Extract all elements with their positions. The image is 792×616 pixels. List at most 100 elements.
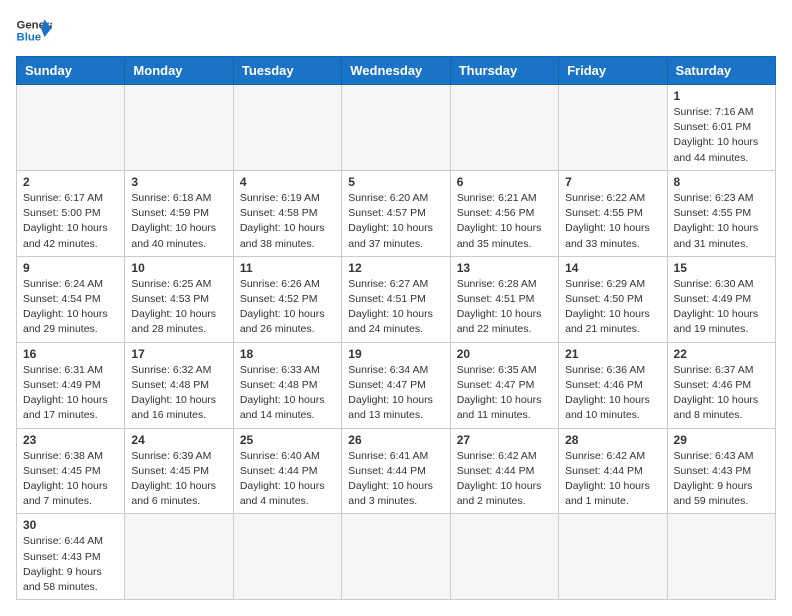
day-info: Sunrise: 6:32 AM Sunset: 4:48 PM Dayligh… <box>131 363 226 424</box>
day-info: Sunrise: 6:31 AM Sunset: 4:49 PM Dayligh… <box>23 363 118 424</box>
calendar-cell: 20 Sunrise: 6:35 AM Sunset: 4:47 PM Dayli… <box>450 342 558 428</box>
day-number: 19 <box>348 347 443 361</box>
calendar-cell: 6 Sunrise: 6:21 AM Sunset: 4:56 PM Daylig… <box>450 170 558 256</box>
day-number: 2 <box>23 175 118 189</box>
day-info: Sunrise: 6:42 AM Sunset: 4:44 PM Dayligh… <box>565 449 660 510</box>
calendar-week-1: 1Sunrise: 7:16 AM Sunset: 6:01 PM Daylig… <box>17 85 776 171</box>
day-info: Sunrise: 6:37 AM Sunset: 4:46 PM Dayligh… <box>674 363 769 424</box>
calendar-cell: 25 Sunrise: 6:40 AM Sunset: 4:44 PM Dayli… <box>233 428 341 514</box>
day-number: 28 <box>565 433 660 447</box>
calendar-cell: 8 Sunrise: 6:23 AM Sunset: 4:55 PM Daylig… <box>667 170 775 256</box>
day-number: 23 <box>23 433 118 447</box>
calendar-cell <box>233 514 341 600</box>
calendar-cell: 16 Sunrise: 6:31 AM Sunset: 4:49 PM Dayli… <box>17 342 125 428</box>
day-info: Sunrise: 6:34 AM Sunset: 4:47 PM Dayligh… <box>348 363 443 424</box>
svg-text:Blue: Blue <box>17 32 42 44</box>
day-number: 20 <box>457 347 552 361</box>
day-number: 30 <box>23 518 118 532</box>
day-info: Sunrise: 6:41 AM Sunset: 4:44 PM Dayligh… <box>348 449 443 510</box>
day-number: 1 <box>674 89 769 103</box>
calendar-cell <box>125 85 233 171</box>
weekday-header-thursday: Thursday <box>450 57 558 85</box>
weekday-header-friday: Friday <box>559 57 667 85</box>
calendar-cell <box>342 85 450 171</box>
day-number: 10 <box>131 261 226 275</box>
calendar-cell: 2 Sunrise: 6:17 AM Sunset: 5:00 PM Daylig… <box>17 170 125 256</box>
calendar-cell: 23 Sunrise: 6:38 AM Sunset: 4:45 PM Dayli… <box>17 428 125 514</box>
calendar-cell: 18 Sunrise: 6:33 AM Sunset: 4:48 PM Dayli… <box>233 342 341 428</box>
calendar-cell: 7Sunrise: 6:22 AM Sunset: 4:55 PM Daylig… <box>559 170 667 256</box>
day-number: 27 <box>457 433 552 447</box>
calendar-cell: 14Sunrise: 6:29 AM Sunset: 4:50 PM Dayli… <box>559 256 667 342</box>
day-info: Sunrise: 6:38 AM Sunset: 4:45 PM Dayligh… <box>23 449 118 510</box>
calendar-week-6: 30 Sunrise: 6:44 AM Sunset: 4:43 PM Dayli… <box>17 514 776 600</box>
calendar-cell: 19 Sunrise: 6:34 AM Sunset: 4:47 PM Dayli… <box>342 342 450 428</box>
calendar-week-5: 23 Sunrise: 6:38 AM Sunset: 4:45 PM Dayli… <box>17 428 776 514</box>
calendar-cell: 22Sunrise: 6:37 AM Sunset: 4:46 PM Dayli… <box>667 342 775 428</box>
day-info: Sunrise: 6:35 AM Sunset: 4:47 PM Dayligh… <box>457 363 552 424</box>
day-number: 9 <box>23 261 118 275</box>
day-number: 5 <box>348 175 443 189</box>
day-number: 8 <box>674 175 769 189</box>
calendar-table: SundayMondayTuesdayWednesdayThursdayFrid… <box>16 56 776 600</box>
calendar-cell <box>450 85 558 171</box>
day-number: 4 <box>240 175 335 189</box>
calendar-week-4: 16 Sunrise: 6:31 AM Sunset: 4:49 PM Dayli… <box>17 342 776 428</box>
calendar-cell: 10 Sunrise: 6:25 AM Sunset: 4:53 PM Dayli… <box>125 256 233 342</box>
calendar-cell: 9 Sunrise: 6:24 AM Sunset: 4:54 PM Daylig… <box>17 256 125 342</box>
calendar-cell: 3 Sunrise: 6:18 AM Sunset: 4:59 PM Daylig… <box>125 170 233 256</box>
calendar-cell <box>125 514 233 600</box>
calendar-cell: 1Sunrise: 7:16 AM Sunset: 6:01 PM Daylig… <box>667 85 775 171</box>
day-info: Sunrise: 6:28 AM Sunset: 4:51 PM Dayligh… <box>457 277 552 338</box>
calendar-week-2: 2 Sunrise: 6:17 AM Sunset: 5:00 PM Daylig… <box>17 170 776 256</box>
weekday-header-sunday: Sunday <box>17 57 125 85</box>
day-number: 3 <box>131 175 226 189</box>
weekday-header-row: SundayMondayTuesdayWednesdayThursdayFrid… <box>17 57 776 85</box>
calendar-cell: 5 Sunrise: 6:20 AM Sunset: 4:57 PM Daylig… <box>342 170 450 256</box>
day-info: Sunrise: 6:23 AM Sunset: 4:55 PM Dayligh… <box>674 191 769 252</box>
calendar-cell: 29Sunrise: 6:43 AM Sunset: 4:43 PM Dayli… <box>667 428 775 514</box>
day-info: Sunrise: 6:18 AM Sunset: 4:59 PM Dayligh… <box>131 191 226 252</box>
day-number: 11 <box>240 261 335 275</box>
day-info: Sunrise: 6:19 AM Sunset: 4:58 PM Dayligh… <box>240 191 335 252</box>
calendar-cell <box>559 514 667 600</box>
day-number: 21 <box>565 347 660 361</box>
day-info: Sunrise: 6:30 AM Sunset: 4:49 PM Dayligh… <box>674 277 769 338</box>
day-number: 15 <box>674 261 769 275</box>
day-info: Sunrise: 6:40 AM Sunset: 4:44 PM Dayligh… <box>240 449 335 510</box>
day-info: Sunrise: 6:26 AM Sunset: 4:52 PM Dayligh… <box>240 277 335 338</box>
day-number: 16 <box>23 347 118 361</box>
calendar-cell <box>342 514 450 600</box>
day-info: Sunrise: 6:24 AM Sunset: 4:54 PM Dayligh… <box>23 277 118 338</box>
day-info: Sunrise: 6:17 AM Sunset: 5:00 PM Dayligh… <box>23 191 118 252</box>
weekday-header-tuesday: Tuesday <box>233 57 341 85</box>
day-number: 12 <box>348 261 443 275</box>
calendar-cell <box>667 514 775 600</box>
day-number: 25 <box>240 433 335 447</box>
calendar-cell <box>17 85 125 171</box>
calendar-cell: 4 Sunrise: 6:19 AM Sunset: 4:58 PM Daylig… <box>233 170 341 256</box>
logo: General Blue <box>16 16 52 44</box>
day-info: Sunrise: 6:36 AM Sunset: 4:46 PM Dayligh… <box>565 363 660 424</box>
calendar-cell <box>450 514 558 600</box>
day-info: Sunrise: 6:33 AM Sunset: 4:48 PM Dayligh… <box>240 363 335 424</box>
day-info: Sunrise: 6:42 AM Sunset: 4:44 PM Dayligh… <box>457 449 552 510</box>
day-number: 26 <box>348 433 443 447</box>
day-info: Sunrise: 6:43 AM Sunset: 4:43 PM Dayligh… <box>674 449 769 510</box>
day-info: Sunrise: 6:39 AM Sunset: 4:45 PM Dayligh… <box>131 449 226 510</box>
day-number: 14 <box>565 261 660 275</box>
day-number: 18 <box>240 347 335 361</box>
calendar-cell: 13 Sunrise: 6:28 AM Sunset: 4:51 PM Dayli… <box>450 256 558 342</box>
day-info: Sunrise: 6:21 AM Sunset: 4:56 PM Dayligh… <box>457 191 552 252</box>
day-info: Sunrise: 6:20 AM Sunset: 4:57 PM Dayligh… <box>348 191 443 252</box>
day-number: 13 <box>457 261 552 275</box>
calendar-cell: 15 Sunrise: 6:30 AM Sunset: 4:49 PM Dayli… <box>667 256 775 342</box>
day-info: Sunrise: 6:25 AM Sunset: 4:53 PM Dayligh… <box>131 277 226 338</box>
day-number: 7 <box>565 175 660 189</box>
calendar-cell: 24Sunrise: 6:39 AM Sunset: 4:45 PM Dayli… <box>125 428 233 514</box>
calendar-week-3: 9 Sunrise: 6:24 AM Sunset: 4:54 PM Daylig… <box>17 256 776 342</box>
calendar-cell: 17Sunrise: 6:32 AM Sunset: 4:48 PM Dayli… <box>125 342 233 428</box>
page-header: General Blue <box>16 16 776 44</box>
day-number: 6 <box>457 175 552 189</box>
day-info: Sunrise: 6:44 AM Sunset: 4:43 PM Dayligh… <box>23 534 118 595</box>
